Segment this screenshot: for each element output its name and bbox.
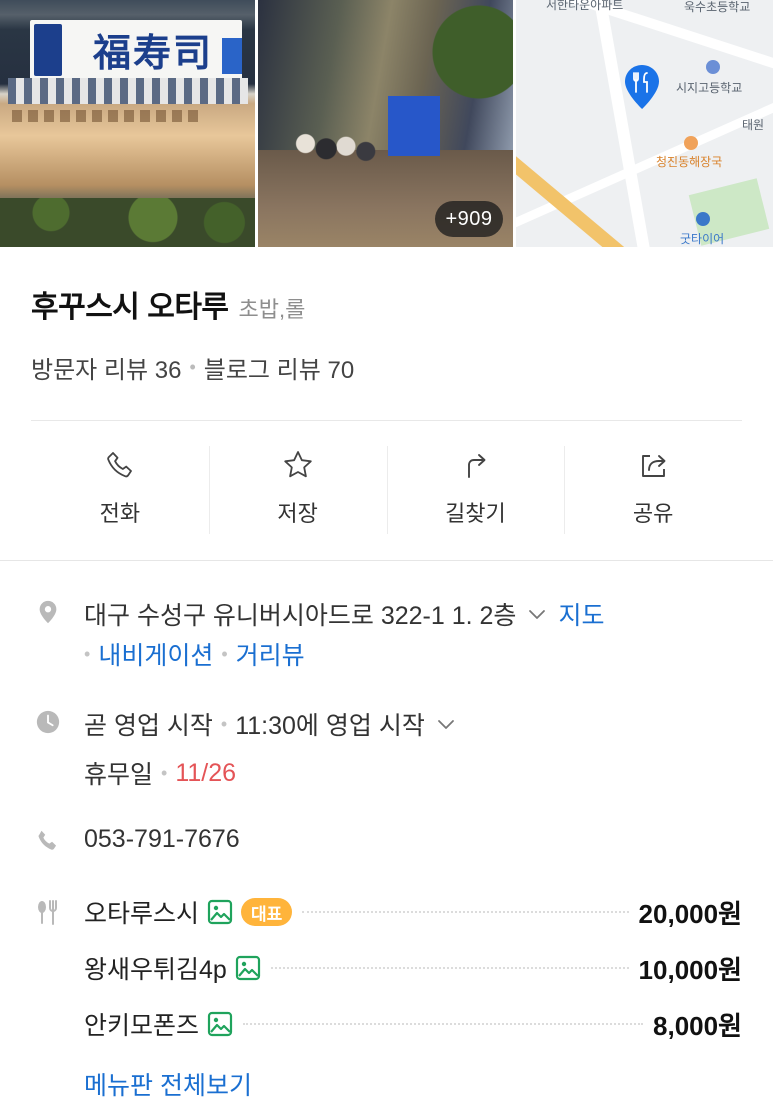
save-label: 저장 <box>277 501 318 526</box>
menu-item-name: 왕새우튀김4p <box>84 956 227 984</box>
location-pin-icon <box>34 598 62 626</box>
chevron-down-icon[interactable] <box>528 605 546 623</box>
holiday-date: 11/26 <box>175 758 237 787</box>
restaurant-poi-icon <box>684 136 698 150</box>
leader-dots <box>243 1023 644 1025</box>
menu-item-price: 20,000원 <box>638 898 742 929</box>
map-pin-icon <box>625 65 659 109</box>
map-label-apartment: 서한타운아파트 <box>546 0 624 12</box>
photo-icon[interactable] <box>207 1011 233 1037</box>
share-icon <box>642 455 666 477</box>
store-logo <box>34 24 62 76</box>
map-label-haejangguk: 청진동해장국 <box>656 155 723 169</box>
map-road <box>590 0 654 247</box>
blog-review-link[interactable]: 블로그 리뷰 70 <box>204 350 354 385</box>
storefront-photo[interactable]: 福寿司 <box>0 0 255 247</box>
store-sign-side <box>222 38 242 74</box>
map-label-elementary-school: 욱수초등학교 <box>684 0 751 14</box>
awning <box>8 78 248 104</box>
plants <box>0 198 255 247</box>
separator-dot: • <box>84 643 91 664</box>
street-view-link[interactable]: 거리뷰 <box>236 636 305 672</box>
map-label-tire: 굿타이어 <box>680 232 725 246</box>
window-frames <box>12 110 212 150</box>
map-thumbnail[interactable]: 서한타운아파트 욱수초등학교 시지고등학교 태원 청진동해장국 굿타이어 <box>516 0 773 247</box>
tree <box>428 0 513 130</box>
photo-icon[interactable] <box>207 899 233 925</box>
phone-number[interactable]: 053-791-7676 <box>84 825 240 854</box>
place-header: 후꾸스시 오타루 초밥,롤 <box>31 282 305 326</box>
phone-row: 053-791-7676 <box>84 825 240 854</box>
place-name: 후꾸스시 오타루 <box>31 291 229 324</box>
review-summary: 방문자 리뷰 36 • 블로그 리뷰 70 <box>31 350 354 385</box>
separator-dot: • <box>221 643 228 664</box>
blue-tent <box>388 96 440 156</box>
action-bar: 전화 저장 길찾기 공유 <box>31 440 742 536</box>
menu-item[interactable]: 왕새우튀김4p 10,000원 <box>84 950 742 986</box>
signature-badge: 대표 <box>241 898 293 926</box>
directions-icon <box>468 454 486 478</box>
full-menu-link[interactable]: 메뉴판 전체보기 <box>84 1066 252 1102</box>
hours-row: 곧 영업 시작 • 11:30에 영업 시작 <box>84 706 467 742</box>
map-label-high-school: 시지고등학교 <box>676 81 743 95</box>
visitor-review-link[interactable]: 방문자 리뷰 36 <box>31 350 181 385</box>
holiday-label: 휴무일 <box>84 761 154 789</box>
section-divider <box>0 560 773 561</box>
clock-icon <box>34 708 62 736</box>
call-button[interactable]: 전화 <box>31 440 209 536</box>
separator-dot: • <box>161 762 168 783</box>
divider <box>31 420 742 421</box>
menu-item-name: 안키모폰즈 <box>84 1012 200 1040</box>
phone-info-icon <box>34 827 62 855</box>
directions-label: 길찾기 <box>445 501 506 526</box>
waiting-crowd <box>292 128 382 180</box>
share-label: 공유 <box>632 501 674 526</box>
menu-item[interactable]: 안키모폰즈 8,000원 <box>84 1006 742 1042</box>
directions-button[interactable]: 길찾기 <box>386 440 565 536</box>
photo-strip: 福寿司 +909 서한타운아파트 욱수초등학교 시지고등학교 태원 청진동해장국… <box>0 0 773 247</box>
separator-dot: • <box>189 357 196 377</box>
address-links-row: • 내비게이션 • 거리뷰 <box>84 636 305 672</box>
menu-item-price: 10,000원 <box>638 954 742 985</box>
menu-utensils-icon <box>34 898 62 926</box>
photo-icon[interactable] <box>235 955 261 981</box>
map-label-taewon: 태원 <box>742 118 765 132</box>
phone-icon <box>107 452 132 478</box>
star-icon <box>283 451 312 478</box>
navigation-link[interactable]: 내비게이션 <box>98 636 213 672</box>
place-category: 초밥,롤 <box>238 297 306 322</box>
menu-item-name: 오타루스시 <box>84 900 200 928</box>
more-photos-badge[interactable]: +909 <box>435 201 503 237</box>
menu-item-price: 8,000원 <box>653 1010 742 1041</box>
address-text[interactable]: 대구 수성구 유니버시아드로 322-1 1. 2층 <box>84 596 516 632</box>
leader-dots <box>302 911 629 913</box>
leader-dots <box>270 967 629 969</box>
save-button[interactable]: 저장 <box>208 440 387 536</box>
call-label: 전화 <box>99 501 141 526</box>
separator-dot: • <box>220 713 228 734</box>
share-button[interactable]: 공유 <box>564 440 742 536</box>
tire-shop-icon <box>696 212 710 226</box>
hours-detail[interactable]: 11:30에 영업 시작 <box>235 706 425 742</box>
school-icon <box>706 60 720 74</box>
map-link[interactable]: 지도 <box>558 596 604 632</box>
holiday-row: 휴무일 • 11/26 <box>84 755 236 791</box>
chevron-down-icon[interactable] <box>437 715 455 733</box>
address-row: 대구 수성구 유니버시아드로 322-1 1. 2층 지도 <box>84 596 604 632</box>
store-sign-text: 福寿司 <box>92 29 213 75</box>
street-photo[interactable]: +909 <box>258 0 513 247</box>
menu-item[interactable]: 오타루스시 대표 20,000원 <box>84 894 742 930</box>
hours-status: 곧 영업 시작 <box>84 712 213 740</box>
